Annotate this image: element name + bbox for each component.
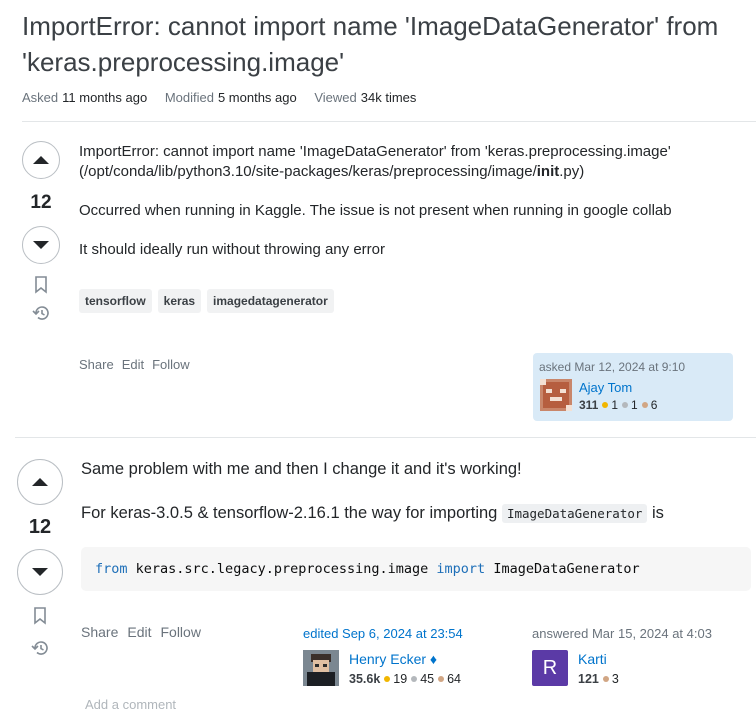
answer-vote-column: 12 <box>16 459 64 657</box>
editor-silver: 45 <box>420 672 435 686</box>
answer-downvote-button[interactable] <box>17 549 63 595</box>
follow-link[interactable]: Follow <box>152 357 190 372</box>
share-link[interactable]: Share <box>79 357 114 372</box>
question-meta: Asked 11 months ago Modified 5 months ago … <box>22 90 430 105</box>
editor-gold: 19 <box>393 672 408 686</box>
asked-value[interactable]: 11 months ago <box>62 90 147 105</box>
silver-badge-icon <box>622 402 629 408</box>
tag-imagedatagenerator[interactable]: imagedatagenerator <box>207 289 334 313</box>
downvote-arrow-icon <box>32 568 48 576</box>
author-rep: 121 <box>578 672 599 686</box>
author-reputation: 121 3 <box>578 672 619 686</box>
answer-body: Same problem with me and then I change i… <box>81 458 751 525</box>
editor-rep: 35.6k <box>349 672 381 686</box>
code-block: from keras.src.legacy.preprocessing.imag… <box>81 547 751 591</box>
silver-badge-icon <box>411 676 418 682</box>
bookmark-icon[interactable] <box>34 276 48 294</box>
code-keyword-import: import <box>436 561 486 577</box>
code-keyword-from: from <box>95 561 128 577</box>
question-error-line: ImportError: cannot import name 'ImageDa… <box>79 143 671 160</box>
upvote-arrow-icon <box>32 478 48 486</box>
downvote-button[interactable] <box>22 226 60 264</box>
asked-label: Asked <box>22 90 59 105</box>
tag-keras[interactable]: keras <box>157 289 202 313</box>
owner-gold: 1 <box>611 398 619 412</box>
question-title[interactable]: ImportError: cannot import name 'ImageDa… <box>22 8 756 80</box>
gold-badge-icon <box>602 402 609 408</box>
path-suffix: .py) <box>559 163 585 180</box>
owner-silver: 1 <box>631 398 638 412</box>
editor-name-text: Henry Ecker <box>349 651 427 667</box>
code-name: ImageDataGenerator <box>493 561 640 577</box>
editor-reputation: 35.6k 19 45 64 <box>349 672 461 686</box>
answer-editor-card: edited Sep 6, 2024 at 23:54 Henry Ecker … <box>303 626 513 688</box>
answer-paragraph-1: Same problem with me and then I change i… <box>81 460 522 478</box>
question-owner-card: asked Mar 12, 2024 at 9:10 Ajay Tom 311 1… <box>533 353 733 421</box>
edit-link[interactable]: Edit <box>122 357 144 372</box>
author-bronze: 3 <box>611 672 619 686</box>
modified-value[interactable]: 5 months ago <box>218 90 297 105</box>
editor-bronze: 64 <box>447 672 461 686</box>
answer-para2-text: For keras-3.0.5 & tensorflow-2.16.1 the … <box>81 504 498 522</box>
answer-score: 12 <box>28 516 52 538</box>
viewed-label: Viewed <box>314 90 357 105</box>
viewed-value: 34k times <box>360 90 417 105</box>
follow-link[interactable]: Follow <box>160 624 200 640</box>
moderator-diamond-icon: ♦ <box>429 651 438 667</box>
inline-code: ImageDataGenerator <box>501 504 648 523</box>
answer-actions: Share Edit Follow <box>81 624 201 640</box>
asked-timestamp[interactable]: asked Mar 12, 2024 at 9:10 <box>539 360 685 374</box>
upvote-button[interactable] <box>22 141 60 179</box>
question-score: 12 <box>30 192 52 213</box>
edit-link[interactable]: Edit <box>127 624 151 640</box>
owner-bronze: 6 <box>650 398 658 412</box>
bronze-badge-icon <box>641 402 648 408</box>
bronze-badge-icon <box>602 676 609 682</box>
answer-paragraph-2: For keras-3.0.5 & tensorflow-2.16.1 the … <box>81 502 751 525</box>
header-divider <box>22 121 756 122</box>
owner-name[interactable]: Ajay Tom <box>579 380 632 395</box>
question-vote-column: 12 <box>17 141 65 322</box>
answer-upvote-button[interactable] <box>17 459 63 505</box>
bronze-badge-icon <box>438 676 445 682</box>
tag-tensorflow[interactable]: tensorflow <box>79 289 152 313</box>
answer-author-card: answered Mar 15, 2024 at 4:03 R Karti 12… <box>532 626 742 688</box>
question-paragraph-2: Occurred when running in Kaggle. The iss… <box>79 202 672 219</box>
user-avatar[interactable]: R <box>532 650 568 686</box>
code-module: keras.src.legacy.preprocessing.image <box>135 561 429 577</box>
question-paragraph-3: It should ideally run without throwing a… <box>79 241 385 258</box>
modified-label: Modified <box>164 90 214 105</box>
gold-badge-icon <box>384 676 391 682</box>
add-comment-link[interactable]: Add a comment <box>85 697 176 712</box>
user-avatar[interactable] <box>540 379 572 411</box>
owner-reputation: 311 1 1 6 <box>579 398 657 412</box>
bookmark-icon[interactable] <box>33 607 47 625</box>
downvote-arrow-icon <box>33 241 49 249</box>
question-path-line: (/opt/conda/lib/python3.10/site-packages… <box>79 162 749 182</box>
history-icon[interactable] <box>31 304 51 322</box>
question-body: ImportError: cannot import name 'ImageDa… <box>79 142 749 260</box>
answer-divider <box>15 437 756 438</box>
path-bold: init <box>536 163 560 180</box>
user-avatar[interactable] <box>303 650 339 686</box>
answered-timestamp[interactable]: answered Mar 15, 2024 at 4:03 <box>532 626 742 641</box>
question-actions: Share Edit Follow <box>79 357 190 372</box>
owner-rep: 311 <box>579 398 599 412</box>
share-link[interactable]: Share <box>81 624 118 640</box>
edited-timestamp[interactable]: edited Sep 6, 2024 at 23:54 <box>303 626 513 641</box>
path-text: (/opt/conda/lib/python3.10/site-packages… <box>79 163 537 180</box>
upvote-arrow-icon <box>33 156 49 164</box>
answer-para2-suffix: is <box>652 504 664 522</box>
tag-list: tensorflow keras imagedatagenerator <box>79 289 334 313</box>
author-name[interactable]: Karti <box>578 651 607 667</box>
history-icon[interactable] <box>30 639 50 657</box>
editor-name[interactable]: Henry Ecker ♦ <box>349 651 437 667</box>
